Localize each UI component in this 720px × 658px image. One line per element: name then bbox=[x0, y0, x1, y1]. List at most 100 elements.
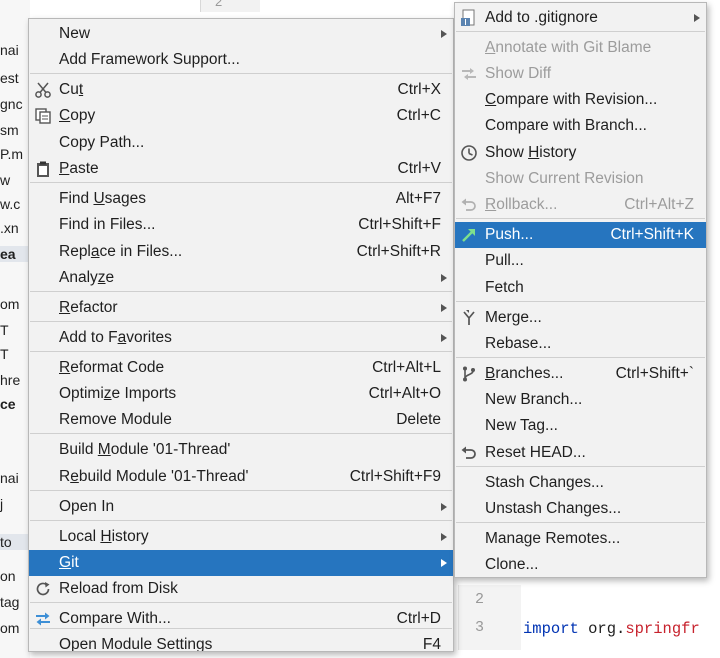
menu-separator bbox=[456, 466, 705, 467]
menu-item-branches[interactable]: Branches... Ctrl+Shift+` bbox=[455, 361, 706, 387]
menu-item-reload-from-disk[interactable]: Reload from Disk bbox=[29, 576, 453, 602]
project-tree-text: nai bbox=[0, 470, 19, 486]
menu-item-local-history[interactable]: Local History bbox=[29, 524, 453, 550]
menu-item-label: Annotate with Git Blame bbox=[485, 39, 652, 56]
menu-item-rebuild-module-01-thread[interactable]: Rebuild Module '01-Thread' Ctrl+Shift+F9 bbox=[29, 464, 453, 490]
menu-item-show-current-revision[interactable]: Show Current Revision bbox=[455, 166, 706, 192]
menu-item-build-module-01-thread[interactable]: Build Module '01-Thread' bbox=[29, 437, 453, 463]
menu-item-add-to-gitignore[interactable]: Add to .gitignore bbox=[455, 5, 706, 31]
submenu-arrow-icon bbox=[441, 304, 447, 312]
menu-separator bbox=[456, 301, 705, 302]
menu-item-label: Merge... bbox=[485, 309, 542, 326]
menu-item-compare-with-branch[interactable]: Compare with Branch... bbox=[455, 113, 706, 139]
menu-item-open-in[interactable]: Open In bbox=[29, 494, 453, 520]
menu-item-git[interactable]: Git bbox=[29, 550, 453, 576]
submenu-arrow-icon bbox=[441, 334, 447, 342]
menu-item-refactor[interactable]: Refactor bbox=[29, 295, 453, 321]
menu-item-label: Local History bbox=[59, 528, 149, 545]
menu-item-copy-path[interactable]: Copy Path... bbox=[29, 130, 453, 156]
menu-item-find-usages[interactable]: Find Usages Alt+F7 bbox=[29, 186, 453, 212]
menu-item-stash-changes[interactable]: Stash Changes... bbox=[455, 470, 706, 496]
menu-item-label: Reset HEAD... bbox=[485, 444, 586, 461]
menu-item-show-history[interactable]: Show History bbox=[455, 140, 706, 166]
menu-item-label: Clone... bbox=[485, 556, 539, 573]
project-tree-text: P.m bbox=[0, 146, 24, 162]
menu-item-shortcut: F4 bbox=[422, 636, 441, 652]
menu-item-shortcut: Ctrl+Shift+R bbox=[356, 243, 441, 260]
menu-item-label: Add to Favorites bbox=[59, 329, 172, 346]
menu-separator bbox=[30, 182, 452, 183]
menu-item-pull[interactable]: Pull... bbox=[455, 248, 706, 274]
menu-item-shortcut: Ctrl+Alt+O bbox=[368, 385, 441, 402]
menu-item-copy[interactable]: Copy Ctrl+C bbox=[29, 103, 453, 129]
menu-separator bbox=[456, 218, 705, 219]
project-tree-text: w.c bbox=[0, 196, 21, 212]
copy-icon bbox=[34, 107, 52, 125]
reset-icon bbox=[460, 444, 478, 462]
menu-item-new[interactable]: New bbox=[29, 21, 453, 47]
menu-item-cut[interactable]: Cut Ctrl+X bbox=[29, 77, 453, 103]
menu-item-label: Pull... bbox=[485, 252, 524, 269]
reload-icon bbox=[34, 580, 52, 598]
history-icon bbox=[460, 144, 478, 162]
menu-item-replace-in-files[interactable]: Replace in Files... Ctrl+Shift+R bbox=[29, 239, 453, 265]
menu-item-label: Git bbox=[59, 554, 79, 571]
menu-item-clone[interactable]: Clone... bbox=[455, 552, 706, 578]
menu-item-label: Find Usages bbox=[59, 190, 147, 207]
menu-item-paste[interactable]: Paste Ctrl+V bbox=[29, 156, 453, 182]
menu-item-rollback[interactable]: Rollback... Ctrl+Alt+Z bbox=[455, 192, 706, 218]
menu-item-label: Unstash Changes... bbox=[485, 500, 622, 517]
menu-item-open-module-settings[interactable]: Open Module Settings F4 bbox=[29, 632, 453, 652]
menu-item-compare-with[interactable]: Compare With... Ctrl+D bbox=[29, 606, 453, 632]
menu-item-label: Add Framework Support... bbox=[59, 51, 240, 68]
menu-item-optimize-imports[interactable]: Optimize Imports Ctrl+Alt+O bbox=[29, 381, 453, 407]
menu-item-add-to-favorites[interactable]: Add to Favorites bbox=[29, 325, 453, 351]
menu-item-manage-remotes[interactable]: Manage Remotes... bbox=[455, 526, 706, 552]
menu-item-label: Compare with Revision... bbox=[485, 91, 658, 108]
menu-item-remove-module[interactable]: Remove Module Delete bbox=[29, 407, 453, 433]
menu-item-compare-with-revision[interactable]: Compare with Revision... bbox=[455, 87, 706, 113]
push-arrow-icon bbox=[460, 226, 478, 244]
menu-item-label: Add to .gitignore bbox=[485, 9, 598, 26]
menu-item-show-diff[interactable]: Show Diff bbox=[455, 61, 706, 87]
menu-item-shortcut: Ctrl+Shift+K bbox=[610, 226, 694, 243]
menu-separator bbox=[30, 490, 452, 491]
project-tree-text: on bbox=[0, 568, 16, 584]
menu-item-new-tag[interactable]: New Tag... bbox=[455, 413, 706, 439]
menu-item-new-branch[interactable]: New Branch... bbox=[455, 387, 706, 413]
menu-item-label: Reformat Code bbox=[59, 359, 165, 376]
menu-item-find-in-files[interactable]: Find in Files... Ctrl+Shift+F bbox=[29, 212, 453, 238]
menu-item-shortcut: Ctrl+Shift+F9 bbox=[349, 468, 441, 485]
menu-separator bbox=[30, 73, 452, 74]
gitignore-icon bbox=[460, 9, 478, 27]
menu-item-reset-head[interactable]: Reset HEAD... bbox=[455, 440, 706, 466]
project-tree-text: ce bbox=[0, 396, 16, 412]
menu-item-reformat-code[interactable]: Reformat Code Ctrl+Alt+L bbox=[29, 355, 453, 381]
menu-item-rebase[interactable]: Rebase... bbox=[455, 331, 706, 357]
menu-item-annotate-with-git-blame[interactable]: Annotate with Git Blame bbox=[455, 35, 706, 61]
menu-item-fetch[interactable]: Fetch bbox=[455, 275, 706, 301]
menu-item-analyze[interactable]: Analyze bbox=[29, 265, 453, 291]
submenu-arrow-icon bbox=[441, 559, 447, 567]
menu-item-merge[interactable]: Merge... bbox=[455, 305, 706, 331]
project-tree-text: .xn bbox=[0, 220, 19, 236]
menu-separator bbox=[30, 291, 452, 292]
menu-item-add-framework-support[interactable]: Add Framework Support... bbox=[29, 47, 453, 73]
menu-item-label: New bbox=[59, 25, 91, 42]
project-tree-text: tag bbox=[0, 594, 20, 610]
menu-item-label: Stash Changes... bbox=[485, 474, 604, 491]
menu-item-push[interactable]: Push... Ctrl+Shift+K bbox=[455, 222, 706, 248]
menu-item-unstash-changes[interactable]: Unstash Changes... bbox=[455, 496, 706, 522]
git-submenu: Add to .gitignore Annotate with Git Blame… bbox=[454, 2, 707, 578]
menu-item-shortcut: Delete bbox=[396, 411, 441, 428]
menu-item-label: Open Module Settings bbox=[59, 636, 213, 652]
menu-item-label: Show Diff bbox=[485, 65, 552, 82]
merge-icon bbox=[460, 309, 478, 327]
project-tree-text: gnc bbox=[0, 96, 23, 112]
menu-item-label: New Branch... bbox=[485, 391, 583, 408]
editor-gutter bbox=[459, 585, 521, 650]
code-editor[interactable]: 2 3 import org.springfr bbox=[458, 585, 710, 650]
menu-item-label: Open In bbox=[59, 498, 115, 515]
code-keyword: import bbox=[523, 620, 579, 638]
submenu-arrow-icon bbox=[441, 533, 447, 541]
